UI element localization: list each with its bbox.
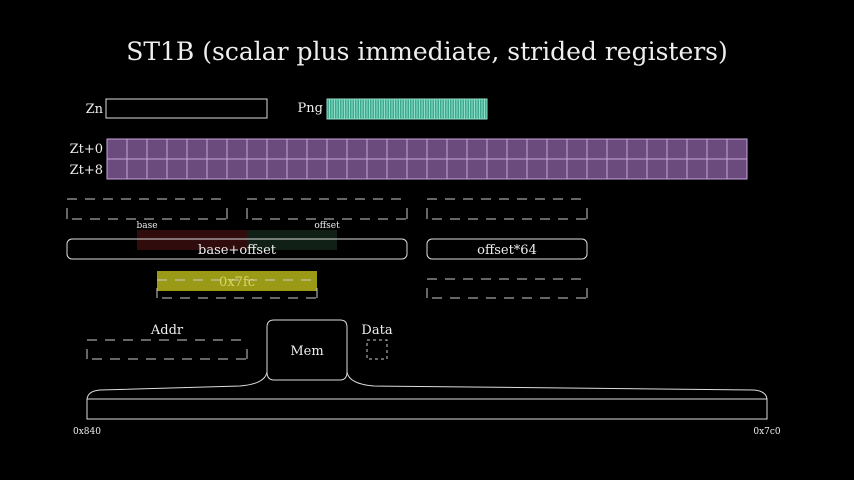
base-plus-offset-label: base+offset: [198, 243, 277, 258]
png-predicate: [326, 98, 488, 120]
zt8-lane: [166, 158, 188, 180]
diagram-title: ST1B (scalar plus immediate, strided reg…: [126, 37, 728, 66]
zt8-lane: [186, 158, 208, 180]
zn-register: [105, 98, 268, 119]
zt8-lane: [726, 158, 748, 180]
zt8-lane: [506, 158, 528, 180]
zt8-lane: [426, 158, 448, 180]
zt0-lane: [406, 138, 428, 160]
zt0-lane: [626, 138, 648, 160]
zt0-label: Zt+0: [70, 142, 103, 157]
zt8-lane: [286, 158, 308, 180]
offset-label: offset: [314, 221, 340, 231]
mem-connector-right: [346, 371, 768, 400]
zt0-register: [106, 138, 748, 160]
zt8-lane: [386, 158, 408, 180]
zt8-lane: [146, 158, 168, 180]
offset-times-label: offset*64: [477, 243, 537, 258]
zt8-lane: [466, 158, 488, 180]
zt0-lane: [566, 138, 588, 160]
zt8-lane: [346, 158, 368, 180]
zt0-lane: [166, 138, 188, 160]
zt0-lane: [586, 138, 608, 160]
zt0-lane: [526, 138, 548, 160]
zt0-lane: [726, 138, 748, 160]
diagram-canvas: ST1B (scalar plus immediate, strided reg…: [66, 37, 781, 437]
zt8-lane: [226, 158, 248, 180]
addr-label: Addr: [150, 323, 184, 338]
zt8-lane: [206, 158, 228, 180]
zt0-lane: [706, 138, 728, 160]
zt0-lane: [206, 138, 228, 160]
zt8-lane: [406, 158, 428, 180]
zt8-lane: [326, 158, 348, 180]
zt0-lane: [686, 138, 708, 160]
zt8-lane: [526, 158, 548, 180]
zt0-lane: [366, 138, 388, 160]
zt8-lane: [626, 158, 648, 180]
zt0-lane: [266, 138, 288, 160]
zt0-lane: [486, 138, 508, 160]
zt8-lane: [606, 158, 628, 180]
zt8-label: Zt+8: [70, 163, 103, 178]
zt0-lane: [126, 138, 148, 160]
zt8-lane: [486, 158, 508, 180]
zt0-lane: [246, 138, 268, 160]
zt8-lane: [266, 158, 288, 180]
zt0-lane: [446, 138, 468, 160]
base-label: base: [136, 221, 157, 231]
zt8-register: [106, 158, 748, 180]
zt0-lane: [326, 138, 348, 160]
zt8-lane: [566, 158, 588, 180]
zt0-lane: [606, 138, 628, 160]
zt0-lane: [546, 138, 568, 160]
zt0-lane: [226, 138, 248, 160]
zt8-lane: [666, 158, 688, 180]
memory-end-address: 0x7c0: [753, 427, 781, 437]
zt0-lane: [666, 138, 688, 160]
zt0-lane: [306, 138, 328, 160]
zt8-lane: [106, 158, 128, 180]
zt0-lane: [506, 138, 528, 160]
dashed-slot-1: [66, 198, 228, 220]
zt0-lane: [426, 138, 448, 160]
zt8-lane: [586, 158, 608, 180]
zt0-lane: [286, 138, 308, 160]
zt8-lane: [446, 158, 468, 180]
zt8-lane: [646, 158, 668, 180]
zt8-lane: [126, 158, 148, 180]
address-value: 0x7fc: [219, 275, 255, 290]
mem-connector-left: [86, 371, 268, 400]
zt0-lane: [106, 138, 128, 160]
zt8-lane: [546, 158, 568, 180]
data-label: Data: [361, 323, 392, 338]
zt0-lane: [646, 138, 668, 160]
memory-start-address: 0x840: [73, 427, 101, 437]
zt8-lane: [686, 158, 708, 180]
zt0-lane: [186, 138, 208, 160]
zn-label: Zn: [86, 102, 104, 117]
png-lane: [484, 98, 488, 120]
zt8-lane: [306, 158, 328, 180]
data-slot: [366, 339, 388, 360]
zt0-lane: [466, 138, 488, 160]
zt8-lane: [706, 158, 728, 180]
zt0-lane: [386, 138, 408, 160]
zt0-lane: [146, 138, 168, 160]
addr-slot: [86, 339, 248, 360]
png-label: Png: [298, 101, 323, 116]
dashed-slot-2: [246, 198, 408, 220]
zt8-lane: [366, 158, 388, 180]
dashed-slot-3: [426, 198, 588, 220]
zt0-lane: [346, 138, 368, 160]
zt8-lane: [246, 158, 268, 180]
memory-bar: [86, 398, 768, 420]
mem-label: Mem: [290, 344, 323, 359]
dashed-slot-4: [426, 278, 588, 299]
